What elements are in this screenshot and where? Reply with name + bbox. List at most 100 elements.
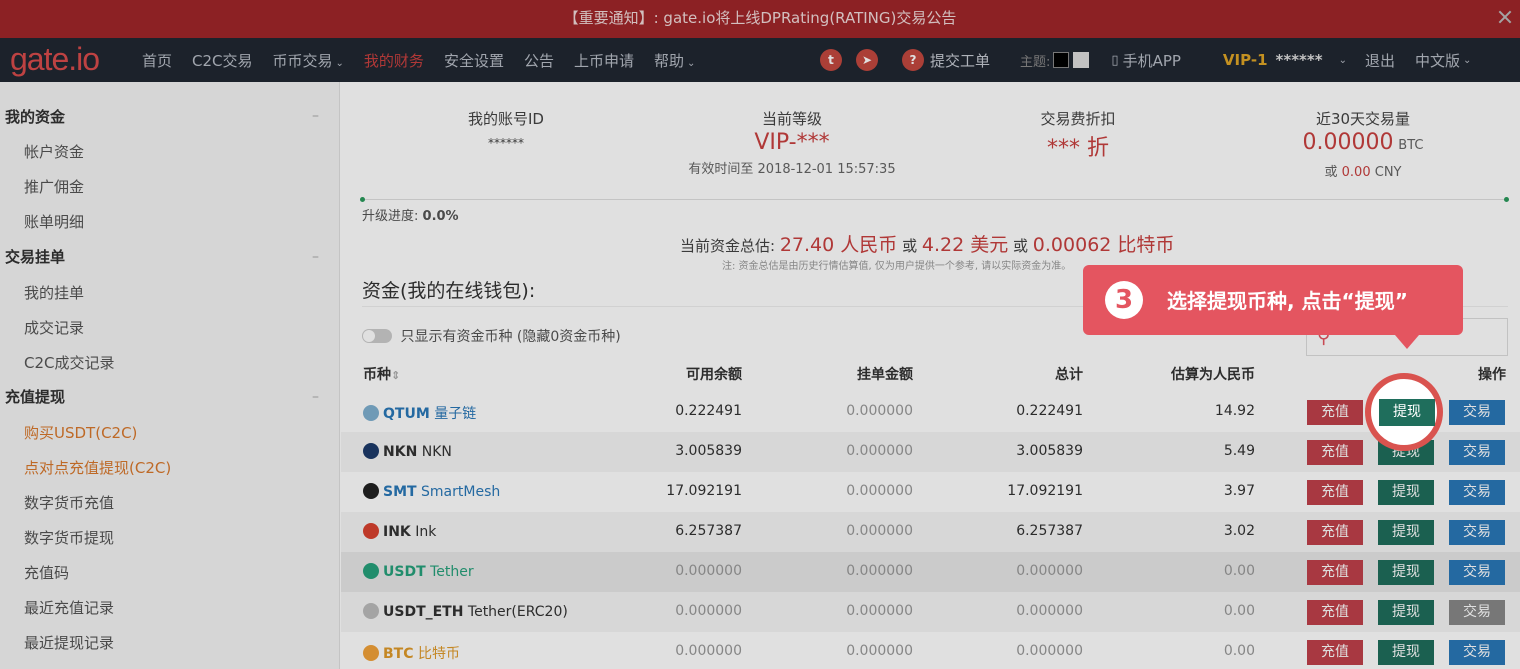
available-balance: 3.005839 xyxy=(675,443,742,459)
trade-button[interactable]: 交易 xyxy=(1449,640,1505,665)
withdraw-button[interactable]: 提现 xyxy=(1378,560,1434,585)
volume-cny-unit: CNY xyxy=(1374,165,1402,180)
coin-cell[interactable]: USDT_ETH Tether(ERC20) xyxy=(363,603,568,620)
coin-cell[interactable]: BTC 比特币 xyxy=(363,643,460,663)
nav-exchange[interactable]: 币币交易 ⌄ xyxy=(273,50,344,71)
logo[interactable]: gate.io xyxy=(10,41,100,78)
cny-estimate: 0.00 xyxy=(1223,563,1255,579)
theme-dark-toggle[interactable] xyxy=(1053,52,1070,68)
telegram-icon[interactable]: ➤ xyxy=(856,49,878,71)
sidebar-section-deposit-withdraw[interactable]: 充值提现 xyxy=(5,386,65,407)
collapse-icon[interactable]: – xyxy=(312,249,319,265)
close-icon[interactable] xyxy=(1496,8,1514,26)
notice-text[interactable]: 【重要通知】: gate.io将上线DPRating(RATING)交易公告 xyxy=(564,9,957,27)
coin-name: NKN xyxy=(421,444,452,460)
nav-help[interactable]: 帮助 ⌄ xyxy=(654,50,695,71)
withdraw-button-highlighted[interactable]: 提现 xyxy=(1379,399,1435,426)
deposit-button[interactable]: 充值 xyxy=(1307,640,1363,665)
col-header-coin-label: 币种 xyxy=(363,367,391,383)
total-amount: 17.092191 xyxy=(1007,483,1083,499)
notice-bar[interactable]: 【重要通知】: gate.io将上线DPRating(RATING)交易公告 xyxy=(0,0,1520,38)
sidebar-section-orders[interactable]: 交易挂单 xyxy=(5,246,65,267)
deposit-button[interactable]: 充值 xyxy=(1307,600,1363,625)
trade-button[interactable]: 交易 xyxy=(1449,480,1505,505)
nav-c2c[interactable]: C2C交易 xyxy=(192,50,253,71)
sidebar-item-trades[interactable]: 成交记录 xyxy=(24,317,84,338)
sort-icon[interactable]: ⇕ xyxy=(391,369,400,382)
cny-estimate: 5.49 xyxy=(1223,443,1255,459)
deposit-button[interactable]: 充值 xyxy=(1307,560,1363,585)
cny-estimate: 14.92 xyxy=(1214,403,1255,419)
volume-label: 近30天交易量 xyxy=(1315,110,1411,128)
trade-button[interactable]: 交易 xyxy=(1449,560,1505,585)
sidebar-item-recent-withdrawals[interactable]: 最近提现记录 xyxy=(24,632,114,653)
order-amount: 0.000000 xyxy=(846,643,913,659)
coin-cell[interactable]: QTUM 量子链 xyxy=(363,403,476,423)
trade-button[interactable]: 交易 xyxy=(1449,520,1505,545)
toggle-switch[interactable] xyxy=(362,329,392,343)
sidebar-item-crypto-deposit[interactable]: 数字货币充值 xyxy=(24,492,114,513)
coin-cell[interactable]: SMT SmartMesh xyxy=(363,483,500,500)
chevron-down-icon[interactable]: ⌄ xyxy=(1339,55,1347,66)
deposit-button[interactable]: 充值 xyxy=(1307,520,1363,545)
available-balance: 17.092191 xyxy=(666,483,742,499)
deposit-button[interactable]: 充值 xyxy=(1307,480,1363,505)
chevron-down-icon: ⌄ xyxy=(687,57,696,69)
deposit-button[interactable]: 充值 xyxy=(1307,400,1363,425)
withdraw-button[interactable]: 提现 xyxy=(1378,480,1434,505)
coin-cell[interactable]: NKN NKN xyxy=(363,443,452,460)
available-balance: 0.000000 xyxy=(675,563,742,579)
twitter-icon[interactable]: t xyxy=(820,49,842,71)
deposit-button[interactable]: 充值 xyxy=(1307,440,1363,465)
sidebar-item-crypto-withdraw[interactable]: 数字货币提现 xyxy=(24,527,114,548)
trade-button[interactable]: 交易 xyxy=(1449,400,1505,425)
mobile-app-link[interactable]: 手机APP xyxy=(1123,50,1181,71)
sidebar-item-account-funds[interactable]: 帐户资金 xyxy=(24,141,84,162)
trade-button[interactable]: 交易 xyxy=(1449,600,1505,625)
trade-button[interactable]: 交易 xyxy=(1449,440,1505,465)
total-usd: 4.22 美元 xyxy=(921,234,1009,256)
chevron-down-icon: ⌄ xyxy=(1463,54,1472,66)
coin-cell[interactable]: USDT Tether xyxy=(363,563,474,580)
main-nav: 首页 C2C交易 币币交易 ⌄ 我的财务 安全设置 公告 上币申请 帮助 ⌄ xyxy=(142,38,695,82)
coin-cell[interactable]: INK Ink xyxy=(363,523,436,540)
zero-balance-toggle[interactable]: 只显示有资金币种 (隐藏0资金币种) xyxy=(362,326,621,346)
submit-ticket-link[interactable]: 提交工单 xyxy=(930,50,990,71)
total-amount: 3.005839 xyxy=(1016,443,1083,459)
col-header-actions: 操作 xyxy=(1478,367,1506,383)
order-amount: 0.000000 xyxy=(846,523,913,539)
total-amount: 0.000000 xyxy=(1016,563,1083,579)
coin-icon xyxy=(363,405,379,421)
volume-btc-value: 0.00000 xyxy=(1302,130,1394,155)
sidebar-item-c2c-trades[interactable]: C2C成交记录 xyxy=(24,352,115,373)
nav-my-finance[interactable]: 我的财务 xyxy=(364,50,424,71)
sidebar-item-buy-usdt[interactable]: 购买USDT(C2C) xyxy=(24,422,137,443)
nav-announcements[interactable]: 公告 xyxy=(524,50,554,71)
estimate-note: 注: 资金总估是由历史行情估算值, 仅为用户提供一个参考, 请以实际资金为准。 xyxy=(722,261,1072,272)
sidebar-item-bill[interactable]: 账单明细 xyxy=(24,211,84,232)
logout-link[interactable]: 退出 xyxy=(1365,50,1395,71)
top-navbar: gate.io 首页 C2C交易 币币交易 ⌄ 我的财务 安全设置 公告 上币申请… xyxy=(0,38,1520,82)
nav-home[interactable]: 首页 xyxy=(142,50,172,71)
withdraw-button[interactable]: 提现 xyxy=(1378,640,1434,665)
sidebar-item-recent-deposits[interactable]: 最近充值记录 xyxy=(24,597,114,618)
nav-listing[interactable]: 上币申请 xyxy=(574,50,634,71)
theme-light-toggle[interactable] xyxy=(1073,52,1090,68)
col-header-coin[interactable]: 币种⇕ xyxy=(363,364,400,384)
coin-code: USDT_ETH xyxy=(383,604,464,620)
sidebar-item-my-orders[interactable]: 我的挂单 xyxy=(24,282,84,303)
collapse-icon[interactable]: – xyxy=(312,389,319,405)
sidebar-item-p2p[interactable]: 点对点充值提现(C2C) xyxy=(24,457,171,478)
collapse-icon[interactable]: – xyxy=(312,108,319,124)
nav-security[interactable]: 安全设置 xyxy=(444,50,504,71)
sidebar-item-commission[interactable]: 推广佣金 xyxy=(24,176,84,197)
withdraw-button[interactable]: 提现 xyxy=(1378,520,1434,545)
language-select[interactable]: 中文版 xyxy=(1415,50,1460,71)
username[interactable]: ****** xyxy=(1276,51,1323,69)
withdraw-button[interactable]: 提现 xyxy=(1378,600,1434,625)
sidebar-item-deposit-code[interactable]: 充值码 xyxy=(24,562,69,583)
coin-icon xyxy=(363,563,379,579)
coin-name: Tether(ERC20) xyxy=(467,604,568,620)
sidebar-section-funds[interactable]: 我的资金 xyxy=(5,106,65,127)
chevron-down-icon: ⌄ xyxy=(335,57,344,69)
